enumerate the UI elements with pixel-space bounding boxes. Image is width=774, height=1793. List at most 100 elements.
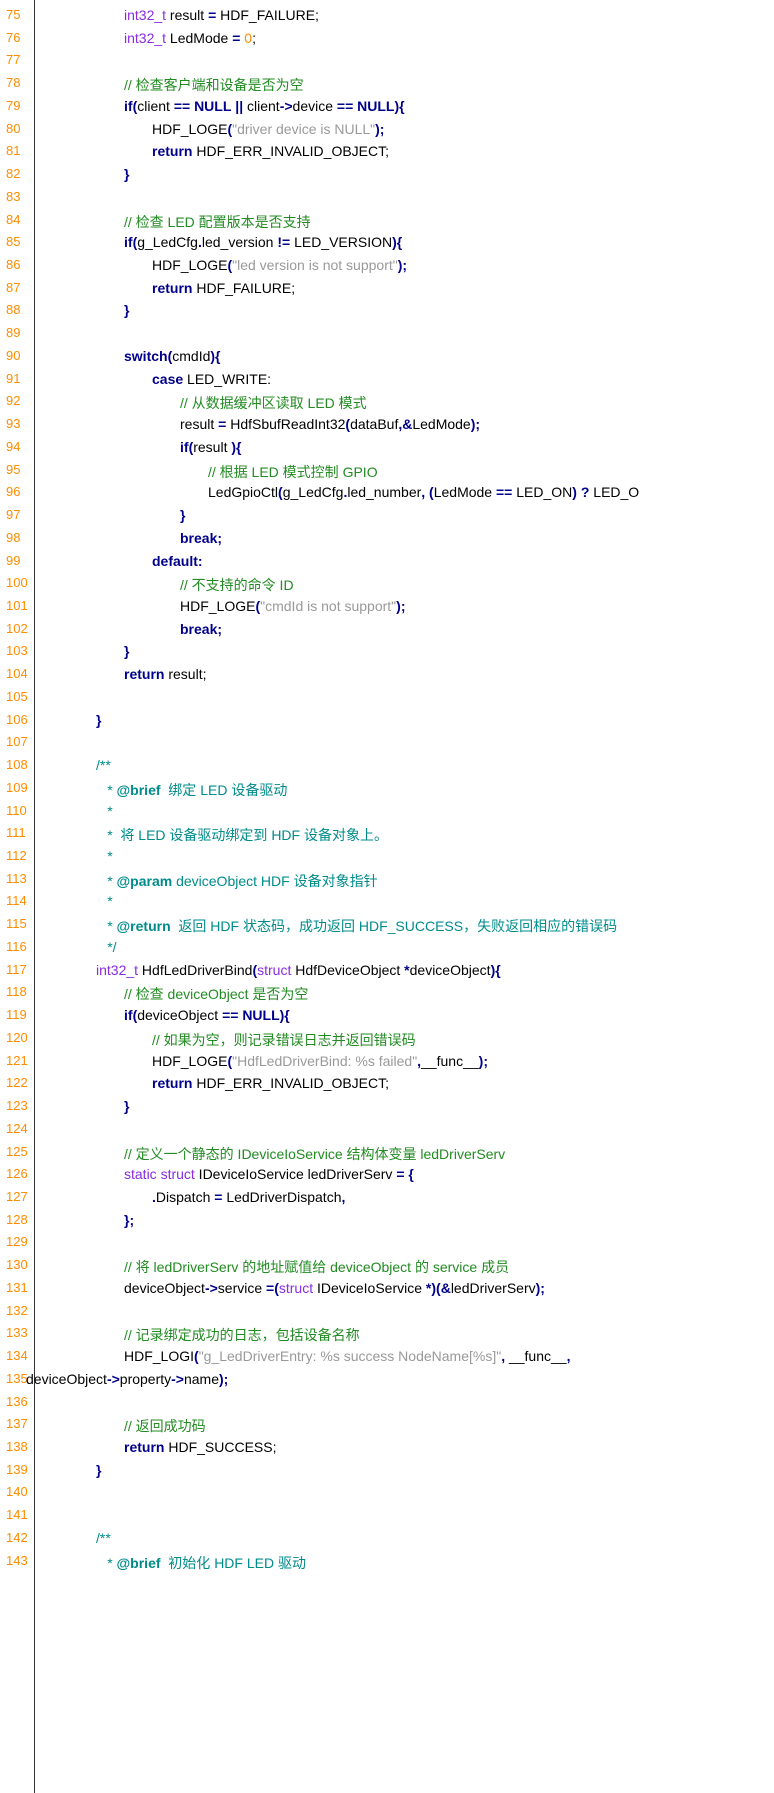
code-text: } [124,302,129,318]
code-token: IDeviceIoService [313,1279,426,1296]
type-token: static struct [124,1166,195,1183]
line-number: 96 [6,484,21,500]
operator-token: ); [396,597,406,614]
operator-token: ){ [231,438,242,455]
code-text: if(result ){ [180,439,241,455]
line-number: 113 [6,870,27,886]
operator-token: , ( [421,484,434,501]
doc-comment-token: 绑定 LED 设备驱动 [160,781,288,798]
code-text: if(g_LedCfg.led_version != LED_VERSION){ [124,234,402,250]
operator-token: } [96,1461,102,1478]
line-number: 127 [6,1188,28,1204]
code-token: result [166,7,209,23]
line-number: 119 [6,1007,27,1023]
code-text: // 检查客户端和设备是否为空 [124,75,304,95]
operator-token: == [496,484,513,501]
line-number: 97 [6,507,21,523]
line-number: 105 [6,688,28,704]
code-token: result [193,438,232,455]
comment-token: // 检查 deviceObject 是否为空 [124,986,309,1003]
line-number: 81 [6,143,21,159]
doc-comment-token: /** [96,1529,111,1546]
comment-token: // 记录绑定成功的日志，包括设备名称 [124,1327,360,1344]
code-token: HDF_LOGE [180,597,256,614]
code-text: int32_t LedMode = 0; [124,30,256,46]
operator-token: , [341,1188,346,1205]
code-text: // 检查 deviceObject 是否为空 [124,984,308,1004]
code-token: LED_WRITE: [183,370,272,387]
code-text: return result; [124,666,206,682]
code-token: LedDriverDispatch [222,1188,342,1205]
doc-comment-token: * [107,848,113,864]
code-token: LED_VERSION [290,234,393,251]
doc-comment-token: */ [107,938,117,955]
keyword-token: NULL [194,97,232,114]
code-text: * [107,848,112,864]
line-number: 98 [6,529,21,545]
operator-token: } [124,166,130,183]
code-token: name [183,1370,220,1387]
doc-tag-token: @brief [116,1554,161,1571]
code-token: HDF_ERR_INVALID_OBJECT; [192,1075,390,1092]
code-token: LedMode [412,416,471,433]
code-token: dataBuf [350,416,399,433]
operator-token: } [96,711,102,728]
operator-token: || [235,97,244,114]
code-token: service [217,1279,267,1296]
operator-token: } [124,302,130,319]
line-number: 95 [6,461,21,477]
line-number: 106 [6,711,28,727]
line-number: 123 [6,1098,28,1114]
line-number: 80 [6,120,21,136]
line-number: 99 [6,552,21,568]
operator-token: ); [478,1052,488,1069]
keyword-token: return [124,666,165,683]
operator-token: }; [124,1211,135,1228]
line-number: 101 [6,597,28,613]
code-token: LedMode [166,29,233,46]
code-text: * 将 LED 设备驱动绑定到 HDF 设备对象上。 [107,825,388,845]
line-number: 112 [6,848,27,863]
operator-token: ); [375,120,385,137]
code-text: HDF_LOGE("led version is not support"); [152,257,407,273]
doc-comment-token: * [107,918,117,935]
keyword-token: case [152,370,184,387]
code-text: int32_t HdfLedDriverBind(struct HdfDevic… [96,962,501,978]
operator-token: == [336,97,354,114]
line-number: 115 [6,916,27,932]
line-number: 117 [6,961,27,977]
operator-token: *)(& [425,1279,451,1296]
line-number: 100 [6,575,28,591]
operator-token: =( [266,1279,279,1296]
code-token: result [180,416,219,433]
operator-token: ; [217,529,223,546]
operator-token: ) ? [572,484,590,501]
line-number: 86 [6,257,21,273]
code-text: // 返回成功码 [124,1416,206,1436]
code-text: int32_t result = HDF_FAILURE; [124,7,319,23]
string-token: "driver device is NULL" [232,120,376,137]
line-number: 140 [6,1484,28,1500]
code-text: default: [152,553,203,569]
keyword-token: break [180,529,218,546]
line-number: 143 [6,1552,28,1568]
line-number: 108 [6,757,28,773]
code-token: LedGpioCtl [208,484,279,501]
code-token: ledDriverServ [450,1279,536,1296]
line-number: 111 [6,825,26,841]
code-token: led_version [201,234,278,251]
operator-token: ){ [394,97,405,114]
code-text: * @param deviceObject HDF 设备对象指针 [107,871,377,891]
doc-comment-token: 初始化 HDF LED 驱动 [160,1554,306,1571]
operator-token: = [396,1166,405,1183]
code-token: HDF_FAILURE; [192,279,296,296]
line-number: 90 [6,347,21,363]
code-token: LED_ON [512,484,573,501]
code-text: HDF_LOGE("HdfLedDriverBind: %s failed",_… [152,1053,488,1069]
code-token: HDF_SUCCESS; [164,1438,277,1455]
keyword-token: if [180,438,189,455]
comment-token: // 根据 LED 模式控制 GPIO [208,463,378,480]
string-token: "g_LedDriverEntry: %s success NodeName[%… [198,1348,502,1365]
line-number: 134 [6,1348,28,1364]
line-number: 88 [6,302,21,318]
